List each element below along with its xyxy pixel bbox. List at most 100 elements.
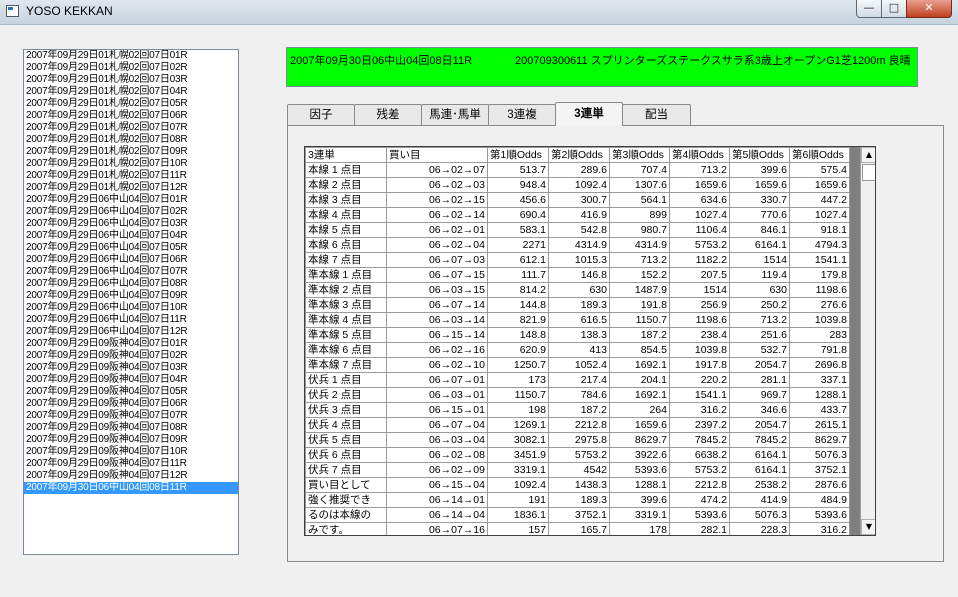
odds-cell[interactable]: 2054.7 <box>729 417 790 433</box>
odds-cell[interactable]: 7845.2 <box>729 432 790 448</box>
odds-cell[interactable]: 1015.3 <box>548 252 610 268</box>
table-row[interactable]: 準本線 6 点目 06→02→16 620.9 413 854.5 1039.8 532.7… <box>305 342 850 358</box>
odds-cell[interactable]: 2397.2 <box>669 417 730 433</box>
odds-cell[interactable]: 238.4 <box>669 327 730 343</box>
table-row[interactable]: 本線 5 点目 06→02→01 583.1 542.8 980.7 1106.4 846.… <box>305 222 850 238</box>
odds-cell[interactable]: 2212.8 <box>669 477 730 493</box>
race-list-item[interactable]: 2007年09月29日09阪神04回07日10R <box>24 446 238 458</box>
race-list-item[interactable]: 2007年09月29日06中山04回07日01R <box>24 194 238 206</box>
odds-cell[interactable]: 1438.3 <box>548 477 610 493</box>
odds-cell[interactable]: 276.6 <box>789 297 850 313</box>
race-list-item[interactable]: 2007年09月29日06中山04回07日03R <box>24 218 238 230</box>
odds-cell[interactable]: 2615.1 <box>789 417 850 433</box>
table-row[interactable]: 伏兵 1 点目 06→07→01 173 217.4 204.1 220.2 281.1 33… <box>305 372 850 388</box>
table-row[interactable]: 伏兵 2 点目 06→03→01 1150.7 784.6 1692.1 1541.1 96… <box>305 387 850 403</box>
odds-cell[interactable]: 1659.6 <box>789 177 850 193</box>
row-label-cell[interactable]: 本線 2 点目 <box>305 177 387 193</box>
odds-cell[interactable]: 1182.2 <box>669 252 730 268</box>
row-label-cell[interactable]: 準本線 6 点目 <box>305 342 387 358</box>
combination-cell[interactable]: 06→02→10 <box>386 357 488 373</box>
row-label-cell[interactable]: 伏兵 3 点目 <box>305 402 387 418</box>
odds-cell[interactable]: 413 <box>548 342 610 358</box>
odds-cell[interactable]: 1092.4 <box>487 477 549 493</box>
race-list-item[interactable]: 2007年09月29日09阪神04回07日12R <box>24 470 238 482</box>
odds-cell[interactable]: 1541.1 <box>669 387 730 403</box>
race-list-item[interactable]: 2007年09月29日01札幌02回07日09R <box>24 146 238 158</box>
column-header[interactable]: 第5順Odds <box>729 147 790 163</box>
odds-cell[interactable]: 111.7 <box>487 267 549 283</box>
column-header[interactable]: 第1順Odds <box>487 147 549 163</box>
race-list-item[interactable]: 2007年09月29日09阪神04回07日11R <box>24 458 238 470</box>
combination-cell[interactable]: 06→15→01 <box>386 402 488 418</box>
odds-cell[interactable]: 713.2 <box>669 162 730 178</box>
combination-cell[interactable]: 06→14→04 <box>386 507 488 523</box>
combination-cell[interactable]: 06→07→15 <box>386 267 488 283</box>
combination-cell[interactable]: 06→02→08 <box>386 447 488 463</box>
odds-cell[interactable]: 416.9 <box>548 207 610 223</box>
odds-cell[interactable]: 474.2 <box>669 492 730 508</box>
odds-cell[interactable]: 484.9 <box>789 492 850 508</box>
odds-cell[interactable]: 1039.8 <box>789 312 850 328</box>
odds-cell[interactable]: 2212.8 <box>548 417 610 433</box>
odds-cell[interactable]: 189.3 <box>548 297 610 313</box>
odds-cell[interactable]: 8629.7 <box>609 432 670 448</box>
odds-cell[interactable]: 583.1 <box>487 222 549 238</box>
odds-cell[interactable]: 198 <box>487 402 549 418</box>
race-listbox[interactable]: 2007年09月29日01札幌02回07日01R 2007年09月29日01札幌0… <box>23 49 239 555</box>
odds-cell[interactable]: 1150.7 <box>609 312 670 328</box>
odds-cell[interactable]: 191 <box>487 492 549 508</box>
odds-cell[interactable]: 1198.6 <box>789 282 850 298</box>
combination-cell[interactable]: 06→03→04 <box>386 432 488 448</box>
odds-cell[interactable]: 784.6 <box>548 387 610 403</box>
odds-cell[interactable]: 330.7 <box>729 192 790 208</box>
close-button[interactable]: ✕ <box>906 0 952 18</box>
table-row[interactable]: 伏兵 5 点目 06→03→04 3082.1 2975.8 8629.7 7845.2 7… <box>305 432 850 448</box>
race-list-item[interactable]: 2007年09月29日09阪神04回07日06R <box>24 398 238 410</box>
row-label-cell[interactable]: るのは本線の <box>305 507 387 523</box>
odds-cell[interactable]: 3752.1 <box>548 507 610 523</box>
odds-cell[interactable]: 281.1 <box>729 372 790 388</box>
odds-cell[interactable]: 846.1 <box>729 222 790 238</box>
odds-cell[interactable]: 1027.4 <box>789 207 850 223</box>
odds-cell[interactable]: 178 <box>609 522 670 535</box>
odds-cell[interactable]: 2054.7 <box>729 357 790 373</box>
odds-cell[interactable]: 4314.9 <box>548 237 610 253</box>
odds-cell[interactable]: 207.5 <box>669 267 730 283</box>
table-row[interactable]: 伏兵 6 点目 06→02→08 3451.9 5753.2 3922.6 6638.2 6… <box>305 447 850 463</box>
race-list-item[interactable]: 2007年09月29日09阪神04回07日02R <box>24 350 238 362</box>
odds-cell[interactable]: 4794.3 <box>789 237 850 253</box>
race-list-item[interactable]: 2007年09月29日06中山04回07日10R <box>24 302 238 314</box>
combination-cell[interactable]: 06→07→04 <box>386 417 488 433</box>
combination-cell[interactable]: 06→07→16 <box>386 522 488 535</box>
tab-umaren-umatan[interactable]: 馬連･馬単 <box>421 104 489 125</box>
row-label-cell[interactable]: 伏兵 5 点目 <box>305 432 387 448</box>
odds-cell[interactable]: 1269.1 <box>487 417 549 433</box>
odds-cell[interactable]: 1106.4 <box>669 222 730 238</box>
odds-cell[interactable]: 282.1 <box>669 522 730 535</box>
odds-cell[interactable]: 713.2 <box>729 312 790 328</box>
odds-cell[interactable]: 1288.1 <box>609 477 670 493</box>
race-list-item[interactable]: 2007年09月29日09阪神04回07日08R <box>24 422 238 434</box>
odds-cell[interactable]: 346.6 <box>729 402 790 418</box>
odds-cell[interactable]: 6164.1 <box>729 462 790 478</box>
odds-cell[interactable]: 612.1 <box>487 252 549 268</box>
odds-cell[interactable]: 620.9 <box>487 342 549 358</box>
odds-cell[interactable]: 5393.6 <box>609 462 670 478</box>
odds-cell[interactable]: 138.3 <box>548 327 610 343</box>
table-row[interactable]: 準本線 4 点目 06→03→14 821.9 616.5 1150.7 1198.6 71… <box>305 312 850 328</box>
combination-cell[interactable]: 06→02→01 <box>386 222 488 238</box>
odds-grid[interactable]: 3連単 買い目 第1順Odds 第2順Odds 第3順Odds 第4順Odds 第5順Odd… <box>304 146 876 536</box>
row-label-cell[interactable]: みです。 <box>305 522 387 535</box>
row-label-cell[interactable]: 伏兵 6 点目 <box>305 447 387 463</box>
table-row[interactable]: るのは本線の 06→14→04 1836.1 3752.1 3319.1 5393.6 50… <box>305 507 850 523</box>
odds-cell[interactable]: 5753.2 <box>669 462 730 478</box>
odds-cell[interactable]: 447.2 <box>789 192 850 208</box>
odds-cell[interactable]: 821.9 <box>487 312 549 328</box>
odds-cell[interactable]: 300.7 <box>548 192 610 208</box>
race-list-item[interactable]: 2007年09月29日09阪神04回07日05R <box>24 386 238 398</box>
odds-cell[interactable]: 5076.3 <box>789 447 850 463</box>
odds-cell[interactable]: 2876.6 <box>789 477 850 493</box>
odds-cell[interactable]: 6638.2 <box>669 447 730 463</box>
odds-cell[interactable]: 204.1 <box>609 372 670 388</box>
odds-cell[interactable]: 1092.4 <box>548 177 610 193</box>
